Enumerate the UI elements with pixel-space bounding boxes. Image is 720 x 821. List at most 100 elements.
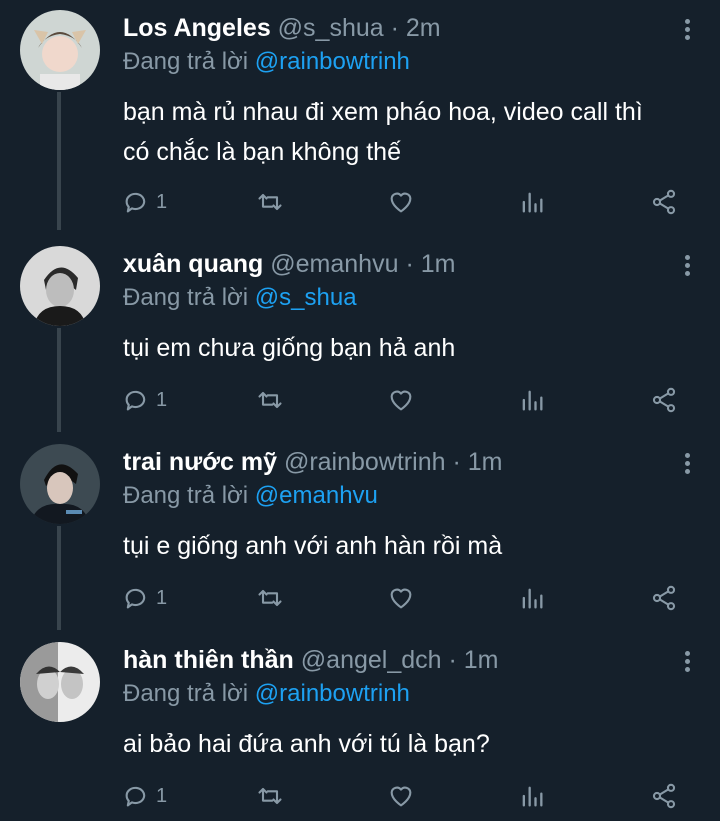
reply-count: 1 (156, 586, 168, 609)
replying-label: Đang trả lời (123, 48, 249, 75)
reply-count: 1 (156, 190, 168, 213)
tweet-header: hàn thiên thần @angel_dch · 1m (123, 646, 499, 675)
replying-label: Đang trả lời (123, 680, 249, 707)
tweet-text-line: tụi e giống anh với anh hàn rồi mà (123, 532, 503, 560)
mention-link[interactable]: @rainbowtrinh (255, 680, 410, 707)
separator: · (452, 448, 461, 476)
timestamp[interactable]: 2m (406, 14, 441, 42)
action-bar: 1 (0, 380, 720, 420)
timestamp[interactable]: 1m (421, 250, 456, 278)
like-button[interactable] (387, 182, 415, 222)
tweet-header: Los Angeles @s_shua · 2m (123, 14, 441, 43)
reply-tweet[interactable]: xuân quang @emanhvu · 1m Đang trả lời @s… (0, 236, 720, 432)
mention-link[interactable]: @s_shua (255, 284, 357, 311)
reply-button[interactable]: 1 (122, 182, 167, 222)
user-handle[interactable]: @rainbowtrinh (284, 448, 446, 476)
display-name[interactable]: trai nước mỹ (123, 448, 277, 476)
user-handle[interactable]: @emanhvu (270, 250, 398, 278)
like-button[interactable] (387, 578, 415, 618)
reply-tweet[interactable]: Los Angeles @s_shua · 2m Đang trả lời @r… (0, 0, 720, 230)
retweet-button[interactable] (256, 578, 284, 618)
display-name[interactable]: hàn thiên thần (123, 646, 294, 674)
display-name[interactable]: Los Angeles (123, 14, 271, 42)
action-bar: 1 (0, 182, 720, 222)
reply-icon (125, 390, 146, 411)
analytics-button[interactable] (518, 380, 546, 420)
replying-to: Đang trả lời @emanhvu (123, 482, 378, 510)
retweet-icon (258, 589, 282, 607)
separator: · (405, 250, 414, 278)
share-button[interactable] (650, 578, 678, 618)
timestamp[interactable]: 1m (468, 448, 503, 476)
avatar[interactable] (20, 246, 100, 326)
action-bar: 1 (0, 578, 720, 618)
tweet-text-line: có chắc là bạn không thế (123, 138, 401, 166)
share-icon (652, 585, 676, 611)
analytics-icon (522, 588, 543, 609)
replying-label: Đang trả lời (123, 284, 249, 311)
analytics-icon (522, 390, 543, 411)
more-vertical-icon[interactable] (682, 450, 692, 480)
share-button[interactable] (650, 776, 678, 816)
tweet-text: tụi em chưa giống bạn hả anh (123, 328, 693, 368)
more-vertical-icon[interactable] (682, 648, 692, 678)
like-button[interactable] (387, 776, 415, 816)
avatar[interactable] (20, 10, 100, 90)
more-vertical-icon[interactable] (682, 252, 692, 282)
reply-tweet[interactable]: hàn thiên thần @angel_dch · 1m Đang trả … (0, 632, 720, 821)
mention-link[interactable]: @rainbowtrinh (255, 48, 410, 75)
separator: · (448, 646, 457, 674)
reply-button[interactable]: 1 (122, 380, 167, 420)
user-handle[interactable]: @s_shua (278, 14, 384, 42)
tweet-text-line: bạn mà rủ nhau đi xem pháo hoa, video ca… (123, 98, 643, 126)
tweet-text-line: ai bảo hai đứa anh với tú là bạn? (123, 730, 490, 758)
reply-icon (125, 192, 146, 213)
reply-count: 1 (156, 784, 168, 807)
mention-link[interactable]: @emanhvu (255, 482, 378, 509)
tweet-text: bạn mà rủ nhau đi xem pháo hoa, video ca… (123, 92, 693, 172)
reply-button[interactable]: 1 (122, 578, 167, 618)
retweet-button[interactable] (256, 182, 284, 222)
display-name[interactable]: xuân quang (123, 250, 263, 278)
retweet-icon (258, 193, 282, 211)
tweet-header: trai nước mỹ @rainbowtrinh · 1m (123, 448, 502, 477)
retweet-button[interactable] (256, 776, 284, 816)
retweet-icon (258, 391, 282, 409)
analytics-button[interactable] (518, 578, 546, 618)
analytics-button[interactable] (518, 182, 546, 222)
tweet-text-line: tụi em chưa giống bạn hả anh (123, 334, 456, 362)
share-icon (652, 783, 676, 809)
retweet-icon (258, 787, 282, 805)
share-button[interactable] (650, 182, 678, 222)
share-icon (652, 387, 676, 413)
share-button[interactable] (650, 380, 678, 420)
analytics-button[interactable] (518, 776, 546, 816)
reply-button[interactable]: 1 (122, 776, 167, 816)
tweet-text: tụi e giống anh với anh hàn rồi mà (123, 526, 693, 566)
user-handle[interactable]: @angel_dch (301, 646, 442, 674)
more-vertical-icon[interactable] (682, 16, 692, 46)
heart-icon (390, 588, 412, 609)
share-icon (652, 189, 676, 215)
retweet-button[interactable] (256, 380, 284, 420)
tweet-text: ai bảo hai đứa anh với tú là bạn? (123, 724, 693, 764)
like-button[interactable] (387, 380, 415, 420)
reply-icon (125, 786, 146, 807)
replying-label: Đang trả lời (123, 482, 249, 509)
heart-icon (390, 390, 412, 411)
replying-to: Đang trả lời @rainbowtrinh (123, 680, 410, 708)
replying-to: Đang trả lời @s_shua (123, 284, 357, 312)
analytics-icon (522, 786, 543, 807)
analytics-icon (522, 192, 543, 213)
action-bar: 1 (0, 776, 720, 816)
heart-icon (390, 192, 412, 213)
tweet-header: xuân quang @emanhvu · 1m (123, 250, 455, 279)
avatar[interactable] (20, 642, 100, 722)
timestamp[interactable]: 1m (464, 646, 499, 674)
reply-icon (125, 588, 146, 609)
avatar[interactable] (20, 444, 100, 524)
reply-tweet[interactable]: trai nước mỹ @rainbowtrinh · 1m Đang trả… (0, 434, 720, 630)
replying-to: Đang trả lời @rainbowtrinh (123, 48, 410, 76)
reply-count: 1 (156, 388, 168, 411)
heart-icon (390, 786, 412, 807)
